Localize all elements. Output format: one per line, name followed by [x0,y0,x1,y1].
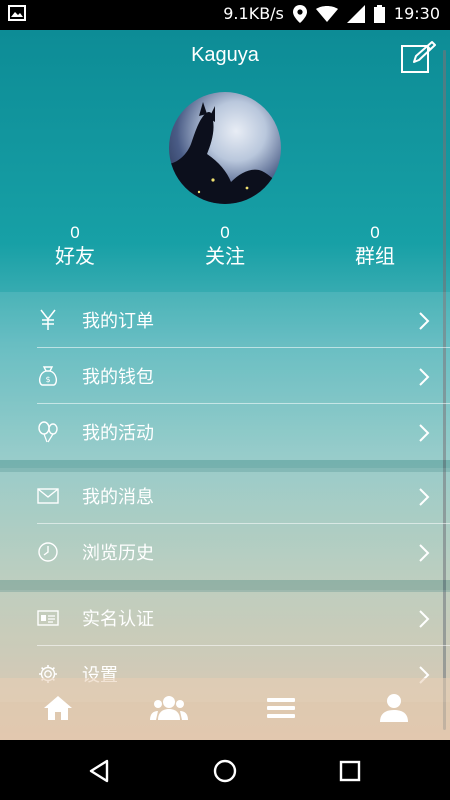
menu-item-history[interactable]: 浏览历史 [0,524,450,580]
menu-group-account: 我的订单 $ 我的钱包 我的活动 [0,292,450,460]
edit-icon[interactable] [400,40,436,74]
stat-groups[interactable]: 0 群组 [325,222,425,268]
id-card-icon [36,607,60,629]
menu-item-activities[interactable]: 我的活动 [0,404,450,460]
envelope-icon [36,485,60,507]
stat-count: 0 [370,223,380,242]
battery-icon [373,4,385,23]
stat-count: 0 [220,223,230,242]
back-icon[interactable] [87,758,113,784]
location-icon [292,4,307,23]
stat-label: 群组 [355,244,395,268]
svg-text:$: $ [45,375,50,384]
menu-item-orders[interactable]: 我的订单 [0,292,450,348]
page-title: Kaguya [191,44,259,66]
balloons-icon [36,421,60,443]
list-icon[interactable] [261,692,301,724]
wifi-icon [315,5,338,22]
chevron-right-icon [418,543,430,563]
menu-item-messages[interactable]: 我的消息 [0,468,450,524]
menu-item-label: 我的活动 [82,423,154,444]
chevron-right-icon [418,609,430,629]
chevron-right-icon [418,311,430,331]
stat-label: 关注 [205,244,245,268]
system-nav-bar [0,740,450,800]
people-icon[interactable] [149,692,189,724]
menu-item-label: 实名认证 [82,609,154,630]
menu-item-label: 我的钱包 [82,367,154,388]
menu-item-label: 我的订单 [82,311,154,332]
menu-item-verification[interactable]: 实名认证 [0,590,450,646]
recents-icon[interactable] [337,758,363,784]
money-bag-icon: $ [36,365,60,387]
status-bar: 9.1KB/s 19:30 [0,0,450,30]
network-speed: 9.1KB/s [223,4,284,23]
clock-icon [36,541,60,563]
clock-time: 19:30 [393,4,440,23]
home-button-icon[interactable] [212,758,238,784]
chevron-right-icon [418,423,430,443]
stat-count: 0 [70,223,80,242]
profile-screen: Kaguya 0 好友 0 关注 0 群组 我的订单 $ 我的钱包 我的活动 我… [0,30,450,740]
bottom-tab-bar [0,678,450,740]
image-notification-icon [8,5,26,25]
menu-item-label: 浏览历史 [82,543,154,564]
menu-group-activity: 我的消息 浏览历史 [0,468,450,580]
menu-item-label: 我的消息 [82,487,154,508]
menu-item-wallet[interactable]: $ 我的钱包 [0,348,450,404]
yen-icon [36,309,60,331]
stat-friends[interactable]: 0 好友 [25,222,125,268]
avatar[interactable] [169,92,281,204]
home-icon[interactable] [38,692,78,724]
stat-label: 好友 [55,244,95,268]
chevron-right-icon [418,367,430,387]
chevron-right-icon [418,487,430,507]
stat-following[interactable]: 0 关注 [175,222,275,268]
signal-icon [346,4,365,23]
profile-stats: 0 好友 0 关注 0 群组 [0,222,450,272]
user-icon[interactable] [374,692,414,724]
